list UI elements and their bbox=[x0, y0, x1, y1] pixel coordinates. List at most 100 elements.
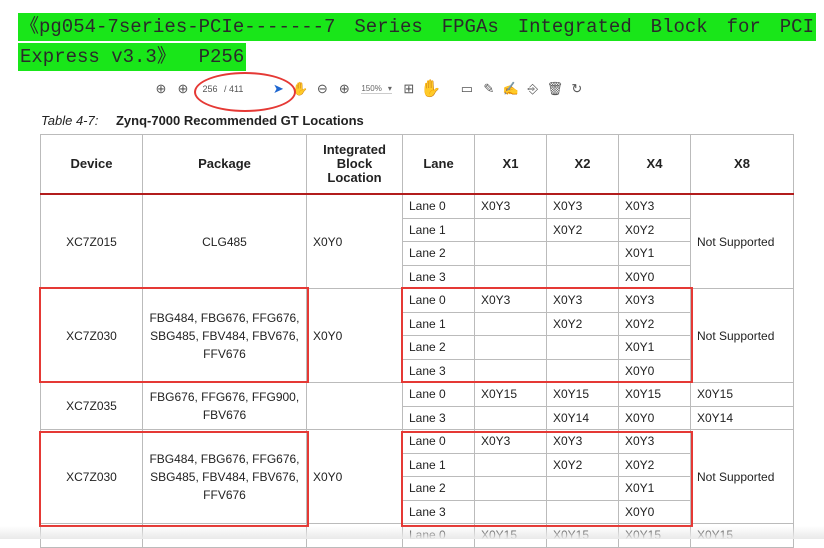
x1-cell: X0Y3 bbox=[474, 288, 547, 313]
pen-icon[interactable]: ✎ bbox=[478, 78, 500, 100]
hand-tool-icon[interactable]: ✋ bbox=[420, 78, 442, 100]
zoom-out-icon[interactable]: ⊖ bbox=[311, 78, 333, 100]
down-arrow-icon[interactable]: ⊕ bbox=[172, 78, 194, 100]
location-cell: X0Y0 bbox=[306, 193, 403, 289]
lane-cell: Lane 2 bbox=[402, 335, 475, 360]
table-title: Zynq-7000 Recommended GT Locations bbox=[115, 113, 364, 128]
x2-cell: X0Y2 bbox=[546, 452, 619, 477]
header-x4: X4 bbox=[618, 134, 691, 195]
banner-word: Series bbox=[354, 16, 423, 38]
x4-cell: X0Y1 bbox=[618, 241, 691, 266]
lane-cell: Lane 1 bbox=[402, 217, 475, 242]
x2-cell bbox=[546, 335, 619, 360]
x4-cell: X0Y3 bbox=[618, 288, 691, 313]
device-cell: XC7Z015 bbox=[40, 193, 143, 289]
device-cell: XC7Z030 bbox=[40, 429, 143, 524]
x4-cell: X0Y0 bbox=[618, 499, 691, 524]
x1-cell bbox=[474, 311, 547, 336]
x1-cell: X0Y3 bbox=[474, 429, 547, 454]
x8-cell: Not Supported bbox=[690, 193, 794, 289]
table-row: XC7Z015 CLG485 X0Y0 Lane 0 X0Y3 X0Y3 X0Y3 Not S… bbox=[40, 193, 794, 289]
package-cell: FBG484, FBG676, FFG676, SBG485, FBV484, … bbox=[142, 288, 307, 383]
package-cell: FBG484, FBG676, FFG676, SBG485, FBV484, … bbox=[142, 429, 307, 524]
lane-cell: Lane 2 bbox=[402, 476, 475, 501]
fit-page-icon[interactable]: ⊞ bbox=[398, 78, 420, 100]
header-lane: Lane bbox=[402, 134, 475, 195]
table-header-row: Device Package Integrated Block Location… bbox=[40, 134, 794, 195]
x2-cell: X0Y2 bbox=[546, 217, 619, 242]
table-row: XC7Z030 FBG484, FBG676, FFG676, SBG485, F… bbox=[40, 429, 794, 524]
lane-cell: Lane 0 bbox=[402, 193, 475, 219]
location-cell bbox=[306, 382, 403, 430]
device-cell: XC7Z035 bbox=[40, 382, 143, 430]
up-arrow-icon[interactable]: ⊕ bbox=[150, 78, 172, 100]
banner-line-2: Express v3.3》 P256 bbox=[18, 43, 247, 71]
x1-cell bbox=[474, 358, 547, 383]
header-x8: X8 bbox=[690, 134, 794, 195]
x4-cell: X0Y15 bbox=[618, 382, 691, 407]
header-x1: X1 bbox=[474, 134, 547, 195]
x8-cell: X0Y14 bbox=[690, 405, 794, 430]
header-device: Device bbox=[40, 134, 143, 195]
banner-word: for bbox=[726, 16, 761, 38]
banner-word: 《pg054-7series-PCIe-------7 bbox=[20, 16, 336, 38]
x4-cell: X0Y3 bbox=[618, 429, 691, 454]
banner-word: PCI bbox=[779, 16, 814, 38]
x1-cell bbox=[474, 241, 547, 266]
x4-cell: X0Y0 bbox=[618, 264, 691, 289]
x2-cell: X0Y3 bbox=[546, 193, 619, 219]
x4-cell: X0Y0 bbox=[618, 405, 691, 430]
package-cell: CLG485 bbox=[142, 193, 307, 289]
location-cell: X0Y0 bbox=[306, 288, 403, 383]
x2-cell: X0Y15 bbox=[546, 382, 619, 407]
x4-cell: X0Y0 bbox=[618, 358, 691, 383]
banner-line-1: 《pg054-7series-PCIe-------7 Series FPGAs In… bbox=[18, 13, 816, 41]
x2-cell: X0Y2 bbox=[546, 311, 619, 336]
zoom-value: 150% bbox=[361, 84, 382, 93]
x2-cell bbox=[546, 241, 619, 266]
table-caption: Table 4-7: Zynq-7000 Recommended GT Loca… bbox=[41, 113, 364, 128]
x2-cell bbox=[546, 264, 619, 289]
banner-word: FPGAs bbox=[441, 16, 499, 38]
x1-cell bbox=[474, 452, 547, 477]
page-number-annotation bbox=[194, 72, 296, 112]
x1-cell bbox=[474, 217, 547, 242]
header-x2: X2 bbox=[546, 134, 619, 195]
lane-cell: Lane 1 bbox=[402, 311, 475, 336]
trash-icon[interactable]: 🗑 bbox=[544, 78, 566, 100]
lane-cell: Lane 3 bbox=[402, 499, 475, 524]
comment-icon[interactable]: ▭ bbox=[456, 78, 478, 100]
x4-cell: X0Y2 bbox=[618, 311, 691, 336]
x2-cell bbox=[546, 499, 619, 524]
chevron-down-icon: ▾ bbox=[387, 84, 392, 93]
device-cell: XC7Z030 bbox=[40, 288, 143, 383]
x4-cell: X0Y2 bbox=[618, 452, 691, 477]
x1-cell: X0Y3 bbox=[474, 193, 547, 219]
lane-cell: Lane 3 bbox=[402, 358, 475, 383]
x2-cell: X0Y3 bbox=[546, 288, 619, 313]
header-package: Package bbox=[142, 134, 307, 195]
x2-cell: X0Y14 bbox=[546, 405, 619, 430]
stamp-icon[interactable]: ⎆ bbox=[522, 78, 544, 100]
table-row: XC7Z030 FBG484, FBG676, FFG676, SBG485, F… bbox=[40, 288, 794, 383]
table-number: Table 4-7: bbox=[41, 113, 99, 128]
x1-cell: X0Y15 bbox=[474, 382, 547, 407]
x4-cell: X0Y3 bbox=[618, 193, 691, 219]
location-cell: X0Y0 bbox=[306, 429, 403, 524]
bottom-fade bbox=[0, 526, 824, 539]
x1-cell bbox=[474, 476, 547, 501]
x2-cell: X0Y3 bbox=[546, 429, 619, 454]
x8-cell: X0Y15 bbox=[690, 382, 794, 407]
zoom-in-icon[interactable]: ⊕ bbox=[333, 78, 355, 100]
x4-cell: X0Y2 bbox=[618, 217, 691, 242]
lane-cell: Lane 3 bbox=[402, 405, 475, 430]
x2-cell bbox=[546, 476, 619, 501]
redo-icon[interactable]: ↻ bbox=[566, 78, 588, 100]
x4-cell: X0Y1 bbox=[618, 335, 691, 360]
sign-icon[interactable]: ✍ bbox=[500, 78, 522, 100]
gt-locations-table: Device Package Integrated Block Location… bbox=[40, 134, 794, 548]
x2-cell bbox=[546, 358, 619, 383]
table-row: XC7Z035 FBG676, FFG676, FFG900, FBV676 Lan… bbox=[40, 382, 794, 430]
x1-cell bbox=[474, 335, 547, 360]
zoom-select[interactable]: 150% ▾ bbox=[361, 84, 392, 94]
